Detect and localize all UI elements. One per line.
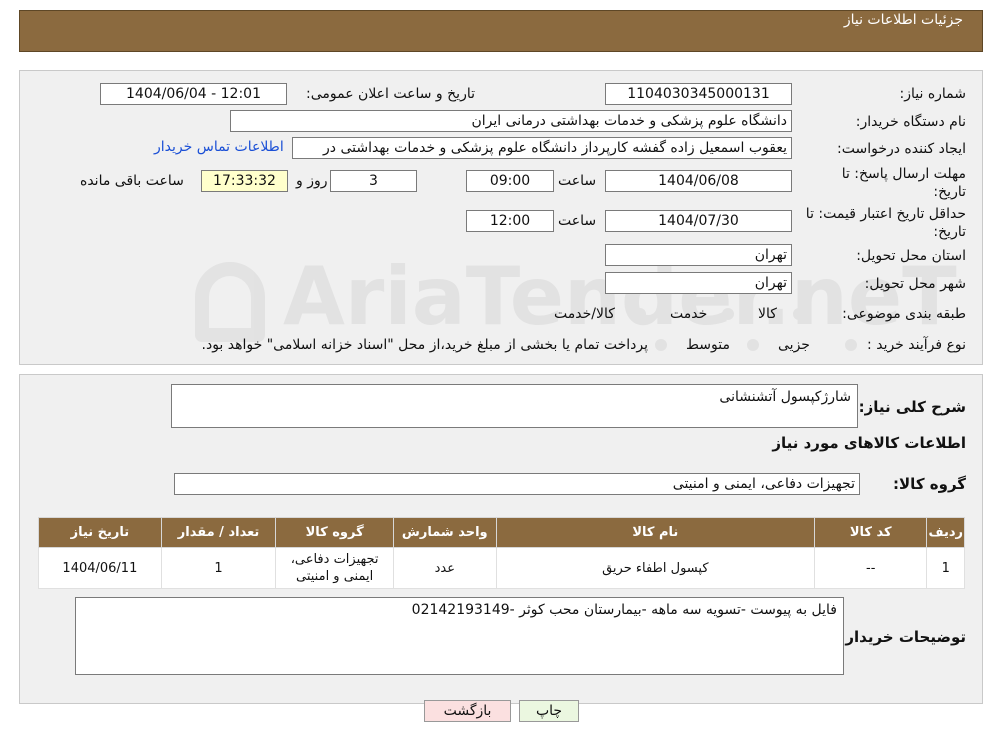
category-radio-service[interactable] [722, 308, 734, 320]
treasury-checkbox[interactable] [655, 339, 667, 351]
buyer-notes-text: فایل به پیوست -تسویه سه ماهه -بیمارستان … [411, 602, 837, 618]
purchase-radio-medium[interactable] [747, 339, 759, 351]
need-number-label: شماره نیاز: [899, 86, 967, 102]
cell-qty: 1 [160, 547, 277, 589]
print-button[interactable]: چاپ [519, 700, 579, 722]
purchase-note: پرداخت تمام یا بخشی از مبلغ خرید،از محل … [201, 337, 648, 353]
validity-time-field: 12:00 [466, 210, 554, 232]
deadline-time-label: ساعت [558, 173, 597, 189]
category-option-goods-service: کالا/خدمت [554, 306, 615, 322]
requester-field: یعقوب اسمعیل زاده گفشه کارپرداز دانشگاه … [292, 137, 792, 159]
buyer-contact-link[interactable]: اطلاعات تماس خریدار [154, 139, 284, 155]
validity-time-label: ساعت [558, 213, 597, 229]
requester-label: ایجاد کننده درخواست: [837, 141, 966, 157]
deadline-date-field: 1404/06/08 [605, 170, 792, 192]
page-header [19, 10, 983, 52]
col-row-header: ردیف [926, 517, 965, 548]
category-radio-goods[interactable] [793, 308, 805, 320]
validity-date-field: 1404/07/30 [605, 210, 792, 232]
category-label: طبقه بندی موضوعی: [842, 306, 966, 322]
buyer-notes-textarea[interactable]: فایل به پیوست -تسویه سه ماهه -بیمارستان … [75, 597, 844, 675]
province-label: استان محل تحویل: [856, 248, 966, 264]
col-code-header: کد کالا [813, 517, 928, 548]
announce-label: تاریخ و ساعت اعلان عمومی: [306, 86, 475, 102]
description-textarea[interactable]: شارژکپسول آتشنشانی [171, 384, 858, 428]
deadline-time-field: 09:00 [466, 170, 554, 192]
cell-group: تجهیزات دفاعی، ایمنی و امنیتی [275, 547, 394, 589]
remaining-time-field: 17:33:32 [201, 170, 288, 192]
goods-group-field: تجهیزات دفاعی، ایمنی و امنیتی [174, 473, 860, 495]
cell-name: کپسول اطفاء حریق [495, 547, 815, 589]
announce-field: 1404/06/04 - 12:01 [100, 83, 287, 105]
col-qty-header: تعداد / مقدار [160, 517, 277, 548]
purchase-radio-minor[interactable] [845, 339, 857, 351]
city-field: تهران [605, 272, 792, 294]
need-number-field: 1104030345000131 [605, 83, 792, 105]
goods-table-wrapper: ردیف کد کالا نام کالا واحد شمارش گروه کا… [38, 517, 965, 589]
category-option-goods: کالا [758, 306, 777, 322]
cell-unit: عدد [392, 547, 497, 589]
goods-table: ردیف کد کالا نام کالا واحد شمارش گروه کا… [38, 517, 965, 589]
deadline-label: مهلت ارسال پاسخ: تا تاریخ: [841, 166, 966, 200]
city-label: شهر محل تحویل: [864, 276, 966, 292]
purchase-option-medium: متوسط [686, 337, 730, 353]
cell-date: 1404/06/11 [38, 547, 162, 589]
back-button[interactable]: بازگشت [424, 700, 511, 722]
description-label: شرح کلی نیاز: [858, 398, 966, 416]
cell-code: -- [813, 547, 928, 589]
remaining-label: ساعت باقی مانده [80, 173, 184, 189]
watermark-logo-icon [195, 262, 265, 343]
buyer-org-field: دانشگاه علوم پزشکی و خدمات بهداشتی درمان… [230, 110, 792, 132]
category-radio-goods-service[interactable] [634, 308, 646, 320]
purchase-option-minor: جزیی [778, 337, 810, 353]
col-group-header: گروه کالا [275, 517, 394, 548]
buyer-org-label: نام دستگاه خریدار: [855, 114, 966, 130]
validity-label: حداقل تاریخ اعتبار قیمت: تا تاریخ: [805, 206, 966, 240]
days-count-field: 3 [330, 170, 417, 192]
page-title: جزئیات اطلاعات نیاز [843, 12, 963, 28]
days-and-label: روز و [296, 173, 328, 189]
col-date-header: تاریخ نیاز [38, 517, 162, 548]
goods-info-title: اطلاعات کالاهای مورد نیاز [772, 434, 966, 452]
buyer-notes-label: توضیحات خریدار: [839, 628, 966, 646]
table-row: 1 -- کپسول اطفاء حریق عدد تجهیزات دفاعی،… [38, 547, 965, 589]
goods-group-label: گروه کالا: [893, 475, 966, 493]
col-name-header: نام کالا [495, 517, 815, 548]
purchase-type-label: نوع فرآیند خرید : [867, 337, 966, 353]
description-text: شارژکپسول آتشنشانی [719, 389, 851, 405]
watermark: AriaTender.neT [195, 250, 957, 343]
col-unit-header: واحد شمارش [392, 517, 497, 548]
province-field: تهران [605, 244, 792, 266]
table-header-row: ردیف کد کالا نام کالا واحد شمارش گروه کا… [38, 517, 965, 548]
category-option-service: خدمت [670, 306, 708, 322]
cell-row: 1 [926, 547, 965, 589]
